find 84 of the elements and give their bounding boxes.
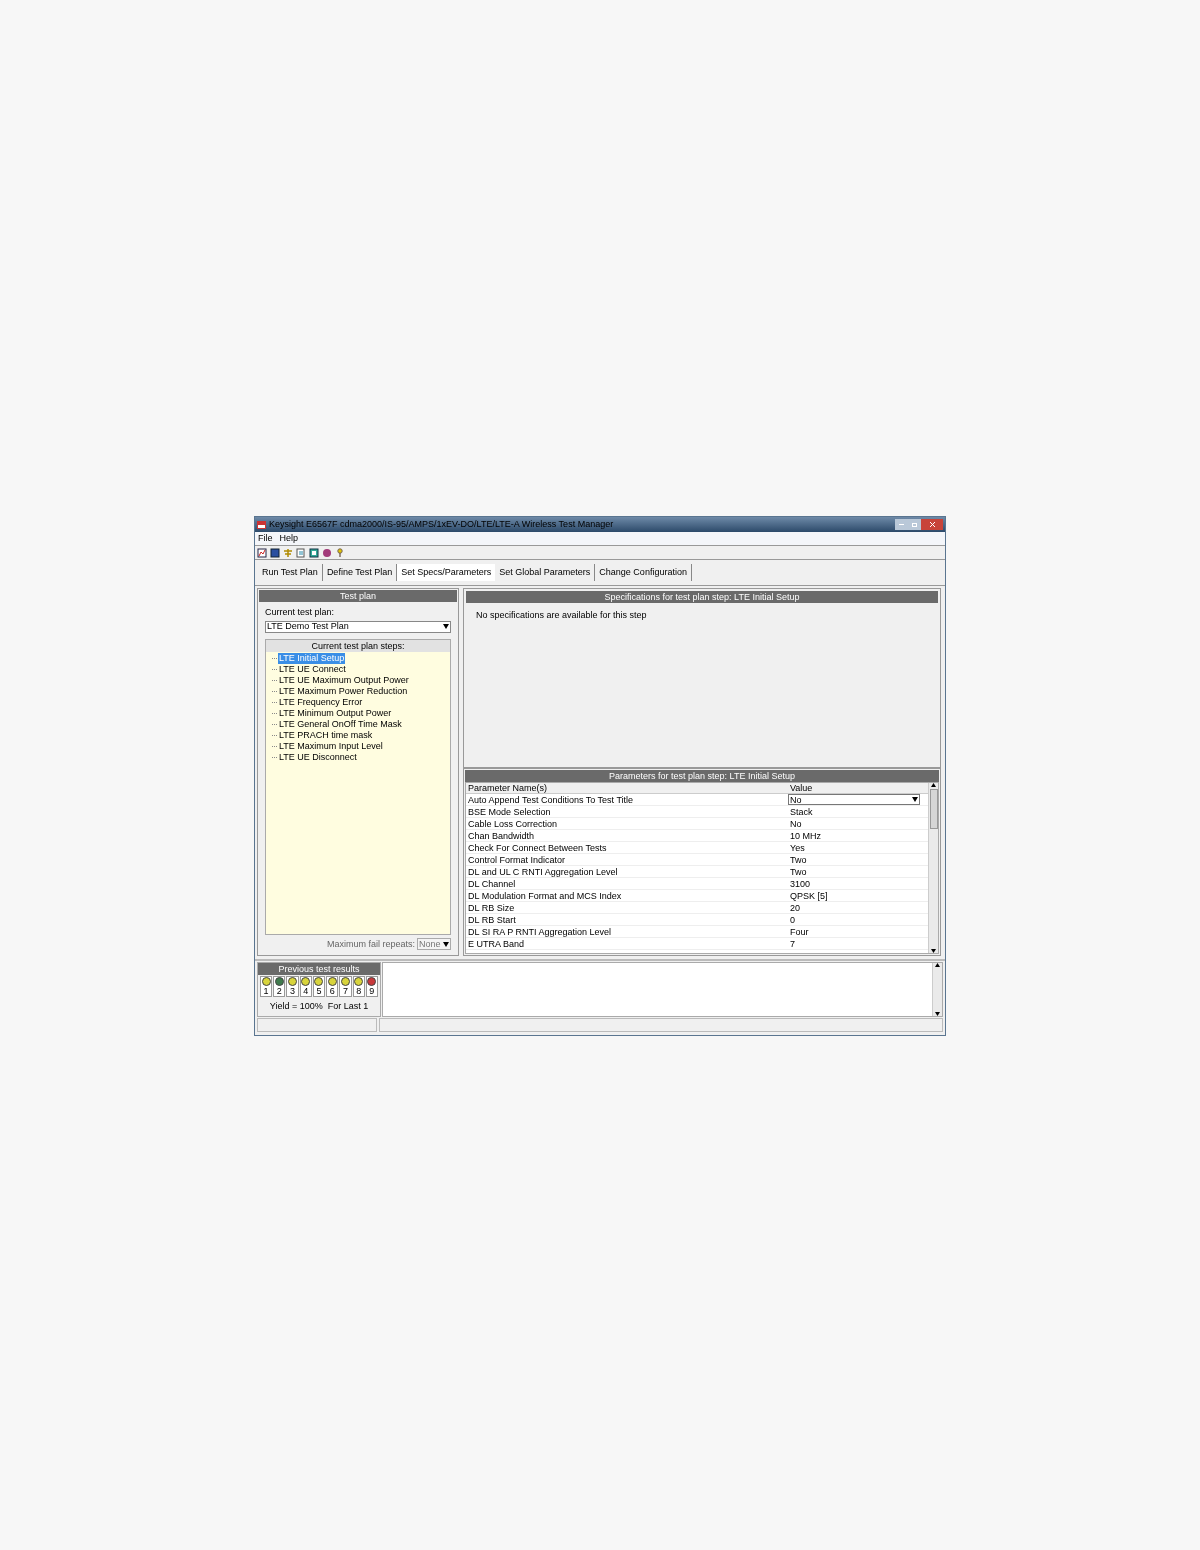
table-cell-text: 10 MHz [789, 830, 821, 841]
panel-header: Previous test results [258, 963, 380, 975]
table-cell-text: QPSK [5] [789, 890, 828, 901]
table-cell-text: 3100 [789, 878, 811, 889]
minimize-icon [899, 524, 904, 525]
table-cell-text: Chan Bandwidth [467, 830, 536, 841]
table-cell-text: DL Modulation Format and MCS Index [467, 890, 623, 901]
tab[interactable]: Set Specs/Parameters [397, 563, 496, 582]
table-cell-text: Yes [789, 842, 805, 853]
table-cell-text: Check For Connect Between Tests [467, 842, 608, 853]
table-cell-text: DL RB Start [467, 914, 517, 925]
specifications-message: No specifications are available for this step [476, 609, 648, 622]
tree-item[interactable]: LTE General OnOff Time Mask [278, 718, 403, 730]
column-header: Value [789, 783, 813, 793]
maximize-icon [912, 522, 917, 527]
window-icon[interactable] [309, 547, 319, 558]
field-label: Current test plan: [265, 606, 336, 619]
tree-item[interactable]: LTE UE Disconnect [278, 751, 358, 763]
table-cell-text: No [789, 818, 802, 829]
panel-header: Specifications for test plan step: LTE Initial Setup [466, 591, 938, 603]
table-cell-text: 0 [789, 914, 795, 925]
down-arrow-icon [935, 1012, 940, 1016]
light-number: 8 [356, 986, 362, 996]
column-header: Parameter Name(s) [467, 783, 549, 793]
menu-item[interactable]: Help [279, 531, 299, 546]
test-plan-dropdown[interactable]: LTE Demo Test Plan [265, 620, 451, 633]
close-button[interactable] [921, 519, 943, 530]
tab[interactable]: Run Test Plan [258, 563, 323, 582]
table-cell-text: Stack [789, 806, 813, 817]
light-number: 1 [263, 986, 269, 996]
tree-item[interactable]: LTE UE Connect [278, 663, 347, 675]
tab[interactable]: Set Global Parameters [495, 563, 596, 582]
scrollbar-thumb[interactable] [929, 789, 938, 829]
light-number: 9 [369, 986, 375, 996]
menu-item[interactable]: File [258, 531, 273, 546]
light-number: 5 [316, 986, 322, 996]
caret-icon [443, 941, 449, 947]
table-cell-text: DL RB Size [467, 902, 516, 913]
scrollbar[interactable] [932, 963, 942, 1016]
tree-item[interactable]: LTE Maximum Power Reduction [278, 685, 409, 697]
light-number: 4 [303, 986, 309, 996]
window-title: Keysight E6567F cdma2000/IS-95/AMPS/1xEV-DO/LTE/LTE-A Wireless Test Manager [269, 517, 614, 531]
table-cell-text: Control Format Indicator [467, 854, 567, 865]
light-number: 2 [276, 986, 282, 996]
up-arrow-icon [931, 783, 936, 787]
table-cell-text: E UTRA Band [467, 938, 526, 949]
tree-item[interactable]: LTE Maximum Input Level [278, 740, 384, 752]
close-icon [929, 522, 935, 527]
steps-header: Current test plan steps: [266, 639, 450, 652]
table-cell-text: 20 [789, 902, 800, 913]
table-cell-text: Two [789, 866, 807, 877]
table-cell-text: DL Channel [467, 878, 517, 889]
down-arrow-icon [931, 949, 936, 953]
tree-item[interactable]: LTE UE Maximum Output Power [278, 674, 410, 686]
table-cell-text: DL and UL C RNTI Aggregation Level [467, 866, 619, 877]
fail-repeats-dropdown[interactable]: None [417, 938, 451, 951]
light-number: 3 [290, 986, 296, 996]
table-cell-text: 7 [789, 938, 795, 949]
light-number: 6 [329, 986, 335, 996]
field-label: Maximum fail repeats: [326, 937, 415, 951]
tree-item[interactable]: LTE PRACH time mask [278, 729, 374, 741]
table-cell-text: BSE Mode Selection [467, 806, 552, 817]
tab[interactable]: Change Configuration [595, 563, 692, 582]
tree-item[interactable]: LTE Frequency Error [278, 696, 364, 708]
scrollbar[interactable] [928, 783, 938, 953]
caret-icon [912, 797, 918, 802]
panel-header: Test plan [259, 590, 457, 602]
table-cell-text: Two [789, 854, 807, 865]
caret-icon [443, 624, 449, 629]
table-cell-text: DL SI RA P RNTI Aggregation Level [467, 926, 613, 937]
app-icon [257, 520, 266, 529]
yield-text: Yield = 100% For Last 1 [268, 1000, 370, 1013]
disc-icon[interactable] [322, 547, 332, 558]
value-dropdown[interactable]: No [788, 794, 920, 805]
table-cell-text: Auto Append Test Conditions To Test Title [467, 794, 635, 805]
table-cell-text: Four [789, 926, 809, 937]
key-icon[interactable] [335, 547, 345, 558]
tree-item[interactable]: LTE Minimum Output Power [278, 707, 393, 719]
chart-icon[interactable] [257, 547, 267, 558]
table-cell-text: Cable Loss Correction [467, 818, 559, 829]
document-icon[interactable] [296, 547, 306, 558]
light-number: 7 [342, 986, 348, 996]
up-arrow-icon [935, 963, 940, 967]
panel-header: Parameters for test plan step: LTE Initial Setup [465, 770, 939, 782]
